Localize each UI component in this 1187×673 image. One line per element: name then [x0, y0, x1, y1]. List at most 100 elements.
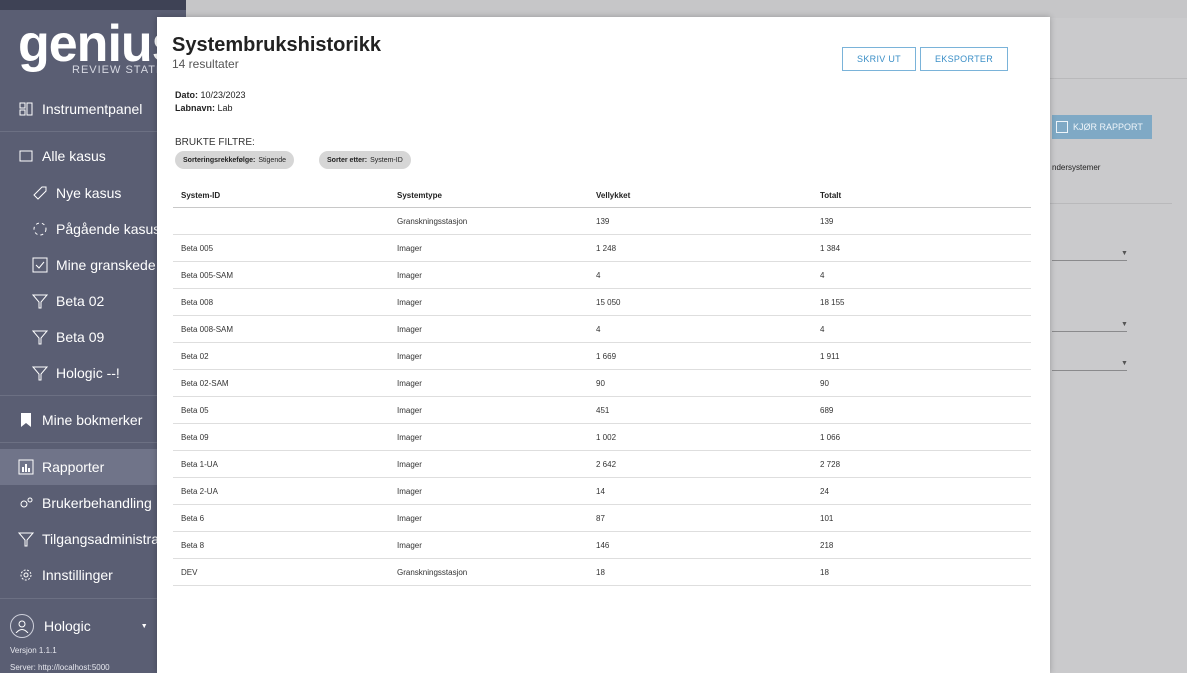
cell-successful: 4 [588, 315, 812, 343]
table-row: Beta 008 Imager 15 050 18 155 [173, 288, 1031, 316]
cell-total: 18 [812, 558, 1031, 586]
select-underline[interactable] [1052, 331, 1127, 332]
cell-successful: 15 050 [588, 288, 812, 316]
cell-system-type: Imager [389, 423, 588, 451]
sidebar-item-label: Instrumentpanel [42, 101, 143, 117]
lock-icon [18, 531, 34, 547]
table-row: Granskningsstasjon 139 139 [173, 207, 1031, 235]
cell-system-id [173, 207, 389, 235]
cell-system-id: Beta 05 [173, 396, 389, 424]
cell-system-id: DEV [173, 558, 389, 586]
chevron-down-icon: ▼ [140, 622, 148, 630]
sidebar-item-label: Beta 02 [56, 293, 105, 309]
table-row: Beta 005-SAM Imager 4 4 [173, 261, 1031, 289]
print-button[interactable]: SKRIV UT [842, 47, 916, 71]
chevron-down-icon[interactable]: ▼ [1121, 250, 1128, 257]
cell-system-type: Imager [389, 504, 588, 532]
cell-system-id: Beta 005 [173, 234, 389, 262]
select-underline[interactable] [1052, 260, 1127, 261]
cell-system-type: Imager [389, 342, 588, 370]
lab-label: Labnavn: [175, 103, 216, 113]
subsystems-text: ndersystemer [1052, 163, 1101, 172]
column-header-successful[interactable]: Vellykket [588, 183, 812, 208]
cell-system-type: Imager [389, 369, 588, 397]
run-report-label: KJØR RAPPORT [1073, 122, 1143, 132]
cell-total: 90 [812, 369, 1031, 397]
sidebar-item-label: Rapporter [42, 459, 105, 475]
cell-successful: 90 [588, 369, 812, 397]
sidebar-topstrip [0, 0, 186, 10]
user-name: Hologic [44, 618, 91, 634]
sidebar-item-label: Innstillinger [42, 567, 113, 583]
chip-key: Sorter etter: [327, 156, 368, 164]
cell-total: 218 [812, 531, 1031, 559]
cell-system-type: Granskningsstasjon [389, 558, 588, 586]
cell-total: 1 066 [812, 423, 1031, 451]
modal-title: Systembrukshistorikk [172, 34, 381, 56]
logo: genius [18, 15, 181, 73]
filter-chip-sort-order: Sorteringsrekkefølge: Stigende [175, 151, 294, 169]
cell-system-id: Beta 09 [173, 423, 389, 451]
cell-successful: 146 [588, 531, 812, 559]
cell-system-type: Imager [389, 477, 588, 505]
column-header-system-id[interactable]: System-ID [173, 183, 389, 208]
sidebar-item-label: Mine bokmerker [42, 412, 143, 428]
sidebar-item-label: Brukerbehandling [42, 495, 152, 511]
cell-system-type: Imager [389, 396, 588, 424]
filter-chip-sort-by: Sorter etter: System-ID [319, 151, 411, 169]
table-body: Granskningsstasjon 139 139 Beta 005 Imager 1 … [173, 207, 1031, 586]
chevron-down-icon[interactable]: ▼ [1121, 360, 1128, 367]
server-text: Server: http://localhost:5000 [10, 663, 110, 672]
cell-total: 24 [812, 477, 1031, 505]
cell-successful: 14 [588, 477, 812, 505]
date-line: Dato: 10/23/2023 [175, 90, 246, 100]
select-underline[interactable] [1052, 370, 1127, 371]
sidebar-item-label: Alle kasus [42, 148, 106, 164]
sidebar-item-label: Beta 09 [56, 329, 105, 345]
column-header-system-type[interactable]: Systemtype [389, 183, 588, 208]
cell-system-id: Beta 02-SAM [173, 369, 389, 397]
user-menu[interactable]: Hologic ▼ [10, 614, 148, 638]
cell-successful: 18 [588, 558, 812, 586]
cell-total: 2 728 [812, 450, 1031, 478]
date-value: 10/23/2023 [200, 90, 246, 100]
lab-value: Lab [217, 103, 233, 113]
table-row: DEV Granskningsstasjon 18 18 [173, 558, 1031, 586]
cell-system-type: Imager [389, 234, 588, 262]
chart-icon [1056, 121, 1068, 133]
gear-icon [18, 567, 34, 583]
export-button[interactable]: EKSPORTER [920, 47, 1008, 71]
filter-icon [32, 365, 48, 381]
cell-system-type: Imager [389, 288, 588, 316]
table-row: Beta 02 Imager 1 669 1 911 [173, 342, 1031, 370]
chip-value: System-ID [370, 156, 403, 164]
cell-system-id: Beta 1-UA [173, 450, 389, 478]
table-row: Beta 8 Imager 146 218 [173, 531, 1031, 559]
cell-total: 18 155 [812, 288, 1031, 316]
table-row: Beta 05 Imager 451 689 [173, 396, 1031, 424]
filter-icon [32, 293, 48, 309]
checkbox-icon [32, 257, 48, 273]
cell-total: 689 [812, 396, 1031, 424]
cell-system-id: Beta 02 [173, 342, 389, 370]
progress-icon [32, 221, 48, 237]
chip-key: Sorteringsrekkefølge: [183, 156, 256, 164]
folder-icon [18, 148, 34, 164]
sidebar-item-label: Nye kasus [56, 185, 122, 201]
table-header-row: System-ID Systemtype Vellykket Totalt [173, 183, 1031, 208]
cell-total: 101 [812, 504, 1031, 532]
cell-system-id: Beta 008-SAM [173, 315, 389, 343]
background-divider [1050, 78, 1187, 79]
run-report-button[interactable]: KJØR RAPPORT [1052, 115, 1152, 139]
table-row: Beta 1-UA Imager 2 642 2 728 [173, 450, 1031, 478]
version-text: Versjon 1.1.1 [10, 646, 57, 655]
column-header-total[interactable]: Totalt [812, 183, 1031, 208]
dashboard-icon [18, 101, 34, 117]
lab-line: Labnavn: Lab [175, 103, 233, 113]
cell-total: 1 911 [812, 342, 1031, 370]
table-row: Beta 09 Imager 1 002 1 066 [173, 423, 1031, 451]
cell-system-id: Beta 008 [173, 288, 389, 316]
chevron-down-icon[interactable]: ▼ [1121, 321, 1128, 328]
filter-icon [32, 329, 48, 345]
cell-successful: 451 [588, 396, 812, 424]
